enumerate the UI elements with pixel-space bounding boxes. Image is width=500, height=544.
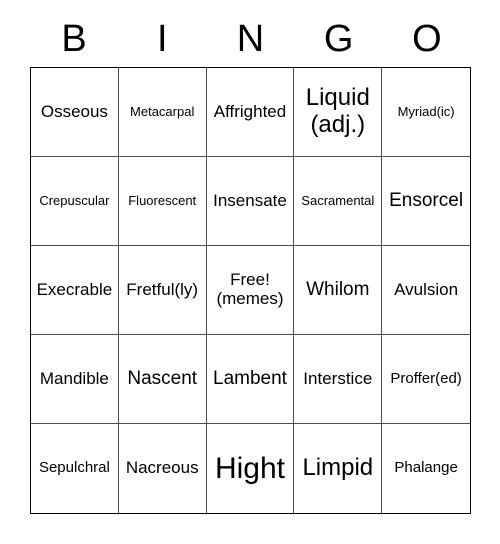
bingo-cell-label: Nascent	[127, 367, 198, 389]
bingo-cell-label: Limpid	[302, 454, 374, 482]
bingo-cell[interactable]: Limpid	[294, 424, 383, 513]
bingo-cell[interactable]: Affrighted	[206, 68, 295, 157]
bingo-cell-label: Free! (memes)	[216, 270, 284, 308]
bingo-cell[interactable]: Fluorescent	[118, 157, 207, 246]
bingo-cell-label: Whilom	[306, 278, 370, 300]
bingo-free-space-cell[interactable]: Free! (memes)	[206, 246, 295, 335]
bingo-cell-label: Hight	[214, 452, 286, 485]
bingo-cell[interactable]: Interstice	[294, 335, 383, 424]
bingo-cell-label: Nacreous	[125, 458, 199, 478]
bingo-cell-label: Avulsion	[394, 279, 459, 299]
bingo-cell[interactable]: Sacramental	[294, 157, 383, 246]
bingo-cell-label: Execrable	[36, 279, 113, 299]
bingo-cell[interactable]: Nascent	[118, 335, 207, 424]
bingo-cell-label: Phalange	[394, 459, 458, 477]
bingo-header: BINGO	[30, 14, 471, 64]
bingo-header-letter-2: N	[236, 18, 265, 60]
bingo-cell[interactable]: Lambent	[206, 335, 295, 424]
bingo-cell[interactable]: Proffer(ed)	[382, 335, 470, 424]
bingo-cell-label: Mandible	[39, 368, 109, 388]
bingo-cell-label: Liquid (adj.)	[305, 84, 370, 138]
bingo-cell[interactable]: Crepuscular	[31, 157, 119, 246]
bingo-cell-label: Fretful(ly)	[126, 279, 199, 299]
bingo-cell-label: Metacarpal	[130, 103, 195, 119]
bingo-cell-label: Crepuscular	[39, 192, 110, 208]
bingo-cell[interactable]: Mandible	[31, 335, 119, 424]
bingo-header-letter-1: I	[157, 18, 168, 60]
bingo-cell[interactable]: Fretful(ly)	[118, 246, 207, 335]
bingo-cell[interactable]: Phalange	[382, 424, 470, 513]
bingo-cell-label: Ensorcel	[389, 189, 464, 211]
bingo-cell[interactable]: Execrable	[31, 246, 119, 335]
bingo-header-letter-4: O	[412, 18, 442, 60]
bingo-grid: Osseous Metacarpal Affrighted Liquid (adj.)…	[30, 67, 471, 514]
bingo-cell-label: Proffer(ed)	[390, 369, 462, 387]
bingo-cell-label: Lambent	[213, 367, 287, 389]
bingo-cell[interactable]: Ensorcel	[382, 157, 470, 246]
bingo-card: B I N G O Osseous Metacarpal Affrighted Liquid …	[0, 0, 500, 544]
bingo-cell[interactable]: Nacreous	[118, 424, 207, 513]
bingo-cell-label: Insensate	[213, 190, 287, 210]
bingo-cell[interactable]: Whilom	[294, 246, 383, 335]
bingo-header-letter-0: B	[61, 18, 87, 60]
bingo-cell-label: Myriad(ic)	[397, 103, 455, 119]
bingo-cell[interactable]: Sepulchral	[31, 424, 119, 513]
bingo-cell[interactable]: Liquid (adj.)	[294, 68, 383, 157]
bingo-cell[interactable]: Osseous	[31, 68, 119, 157]
bingo-cell-label: Fluorescent	[128, 192, 197, 208]
bingo-cell[interactable]: Metacarpal	[118, 68, 207, 157]
bingo-cell-label: Sepulchral	[38, 459, 110, 477]
bingo-header-letter-3: G	[323, 18, 354, 60]
bingo-cell[interactable]: Avulsion	[382, 246, 470, 335]
bingo-cell-label: Interstice	[303, 368, 373, 388]
bingo-cell-label: Sacramental	[301, 192, 375, 208]
bingo-cell-label: Osseous	[40, 101, 108, 121]
bingo-cell[interactable]: Hight	[206, 424, 295, 513]
bingo-cell[interactable]: Myriad(ic)	[382, 68, 470, 157]
bingo-cell-label: Affrighted	[213, 101, 287, 121]
bingo-cell[interactable]: Insensate	[206, 157, 295, 246]
